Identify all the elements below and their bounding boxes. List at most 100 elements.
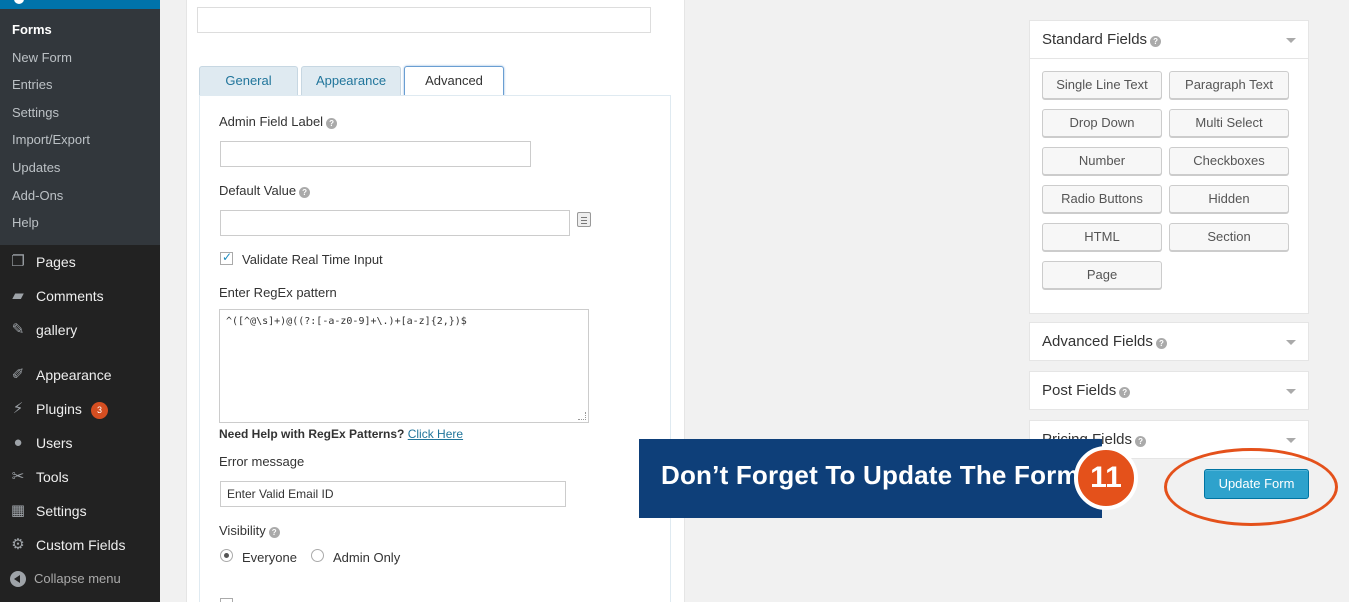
collapse-arrow-icon (10, 571, 26, 587)
tab-appearance[interactable]: Appearance (301, 66, 401, 95)
html-button[interactable]: HTML (1042, 223, 1162, 251)
menu-custom-fields[interactable]: ⚙ Custom Fields (0, 528, 160, 562)
single-line-text-button[interactable]: Single Line Text (1042, 71, 1162, 99)
menu-comments[interactable]: ▰ Comments (0, 279, 160, 313)
help-icon[interactable]: ? (1119, 387, 1131, 398)
admin-field-label-input[interactable] (220, 141, 531, 167)
multi-select-button[interactable]: Multi Select (1169, 109, 1289, 137)
help-icon[interactable]: ? (268, 527, 280, 538)
page-button[interactable]: Page (1042, 261, 1162, 289)
help-icon[interactable]: ? (1150, 36, 1162, 47)
settings-icon: ▦ (10, 502, 26, 519)
submenu-updates[interactable]: Updates (12, 160, 60, 175)
standard-fields-title: Standard Fields (1042, 31, 1148, 48)
forms-submenu: Forms New Form Entries Settings Import/E… (0, 9, 160, 245)
submenu-forms[interactable]: Forms (12, 22, 52, 37)
paragraph-text-button[interactable]: Paragraph Text (1169, 71, 1289, 99)
pin-icon: ✎ (11, 321, 25, 338)
menu-plugins[interactable]: ⚡ Plugins 3 (0, 392, 160, 426)
submenu-help[interactable]: Help (12, 215, 39, 230)
post-fields-title: Post Fields (1042, 382, 1117, 399)
menu-settings[interactable]: ▦ Settings (0, 494, 160, 528)
validate-checkbox[interactable] (220, 250, 233, 265)
advanced-fields-box[interactable]: Advanced Fields? (1029, 322, 1309, 361)
plugin-icon: ⚡ (12, 400, 24, 417)
chevron-down-icon[interactable] (1286, 340, 1296, 345)
regex-help: Need Help with RegEx Patterns? Click Her… (219, 427, 463, 441)
number-button[interactable]: Number (1042, 147, 1162, 175)
menu-appearance[interactable]: ✐ Appearance (0, 358, 160, 392)
submenu-new-form[interactable]: New Form (12, 50, 72, 65)
chevron-down-icon[interactable] (1286, 38, 1296, 43)
drop-down-button[interactable]: Drop Down (1042, 109, 1162, 137)
collapse-menu-button[interactable]: Collapse menu (0, 568, 160, 592)
divider (1030, 58, 1308, 59)
menu-label: Tools (36, 469, 69, 485)
help-icon[interactable]: ? (326, 118, 338, 129)
hidden-button[interactable]: Hidden (1169, 185, 1289, 213)
submenu-add-ons[interactable]: Add-Ons (12, 188, 63, 203)
field-description-input[interactable] (197, 7, 651, 33)
section-button[interactable]: Section (1169, 223, 1289, 251)
visibility-heading: Visibility? (219, 523, 280, 538)
annotation-banner: Don’t Forget To Update The Form (639, 439, 1102, 518)
visibility-everyone-radio[interactable] (220, 549, 233, 562)
advanced-fields-heading: Advanced Fields? (1042, 333, 1167, 350)
visibility-admin-label: Admin Only (333, 550, 401, 565)
menu-label: Plugins (36, 401, 82, 417)
menu-label: Settings (36, 503, 87, 519)
merge-tag-icon[interactable] (577, 212, 591, 227)
default-value-input[interactable] (220, 210, 570, 236)
forms-icon (14, 0, 24, 4)
tab-advanced[interactable]: Advanced (404, 66, 504, 96)
wrench-icon: ✂ (11, 468, 25, 485)
menu-label: Custom Fields (36, 537, 126, 553)
resize-handle-icon[interactable] (578, 412, 586, 420)
collapse-menu-label: Collapse menu (34, 571, 121, 586)
default-value-heading: Default Value? (219, 183, 311, 198)
forms-menu-selected[interactable] (0, 0, 160, 9)
help-icon[interactable]: ? (1135, 436, 1147, 447)
admin-sidebar: Forms New Form Entries Settings Import/E… (0, 0, 160, 602)
menu-gallery[interactable]: ✎ gallery (0, 313, 160, 347)
regex-help-text: Need Help with RegEx Patterns? (219, 427, 405, 441)
visibility-admin-radio[interactable] (311, 549, 324, 562)
menu-label: Appearance (36, 367, 112, 383)
menu-users[interactable]: ● Users (0, 426, 160, 460)
paintbrush-icon: ✐ (11, 366, 25, 383)
help-icon[interactable]: ? (1155, 338, 1167, 349)
regex-value: ^([^@\s]+)@((?:[-a-z0-9]+\.)+[a-z]{2,})$ (226, 316, 467, 327)
menu-pages[interactable]: ❐ Pages (0, 245, 160, 279)
visibility-text: Visibility (219, 523, 266, 538)
post-fields-box[interactable]: Post Fields? (1029, 371, 1309, 410)
cut-off-checkbox[interactable] (220, 598, 233, 602)
checkboxes-button[interactable]: Checkboxes (1169, 147, 1289, 175)
gear-icon: ⚙ (11, 536, 25, 553)
submenu-import-export[interactable]: Import/Export (12, 132, 90, 147)
users-icon: ● (13, 434, 23, 451)
advanced-fields-title: Advanced Fields (1042, 333, 1153, 350)
plugins-update-badge: 3 (91, 402, 108, 419)
regex-textarea[interactable]: ^([^@\s]+)@((?:[-a-z0-9]+\.)+[a-z]{2,})$ (219, 309, 589, 423)
radio-buttons-button[interactable]: Radio Buttons (1042, 185, 1162, 213)
menu-label: Users (36, 435, 73, 451)
submenu-entries[interactable]: Entries (12, 77, 52, 92)
menu-tools[interactable]: ✂ Tools (0, 460, 160, 494)
tab-general[interactable]: General (199, 66, 298, 95)
error-message-input[interactable]: Enter Valid Email ID (220, 481, 566, 507)
visibility-everyone-label: Everyone (242, 550, 297, 565)
default-value-text: Default Value (219, 183, 297, 198)
error-message-label: Error message (219, 454, 305, 469)
chevron-down-icon[interactable] (1286, 438, 1296, 443)
standard-fields-heading[interactable]: Standard Fields? (1042, 31, 1162, 48)
menu-label: gallery (36, 322, 78, 338)
chevron-down-icon[interactable] (1286, 389, 1296, 394)
step-number-badge: 11 (1074, 446, 1138, 510)
admin-field-label-text: Admin Field Label (219, 114, 324, 129)
regex-help-link[interactable]: Click Here (408, 427, 463, 441)
submenu-settings[interactable]: Settings (12, 105, 59, 120)
pages-icon: ❐ (11, 253, 25, 270)
comments-icon: ▰ (12, 287, 24, 304)
annotation-text: Don’t Forget To Update The Form (661, 460, 1080, 490)
help-icon[interactable]: ? (299, 187, 311, 198)
